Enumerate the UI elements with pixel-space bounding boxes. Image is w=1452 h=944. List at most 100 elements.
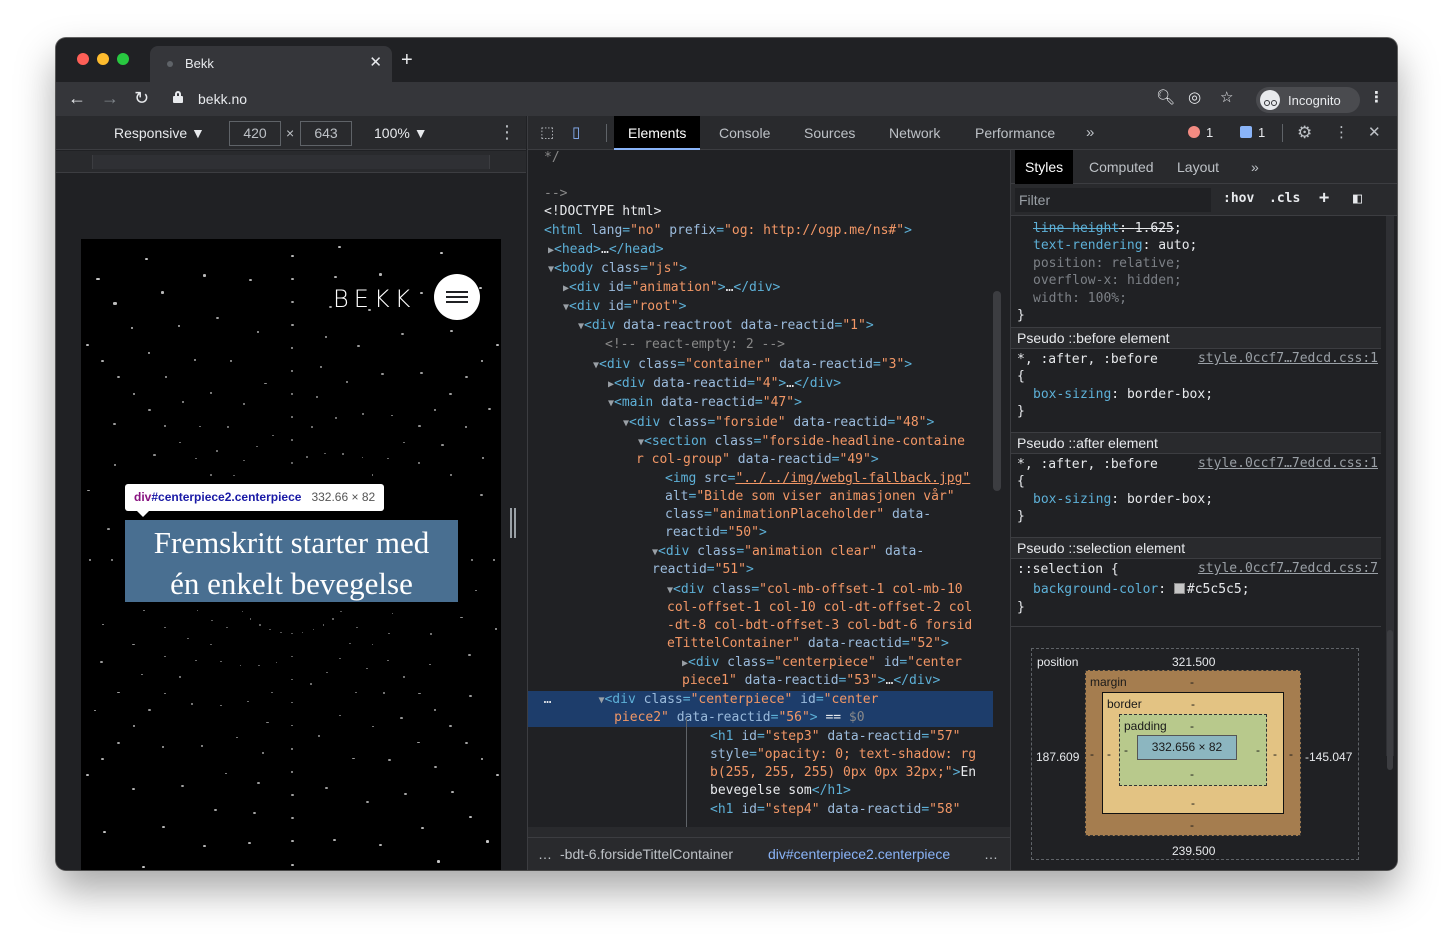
tree-line[interactable]: <h1 id="step3" data-reactid="57" — [710, 728, 1010, 746]
close-devtools-icon[interactable]: ✕ — [1368, 125, 1381, 141]
browser-tab[interactable]: Bekk ✕ — [150, 46, 392, 82]
breadcrumb-item-container[interactable]: -bdt-6.forsideTittelContainer — [560, 838, 733, 870]
box-position-bottom[interactable]: 239.500 — [1172, 844, 1215, 858]
tree-line[interactable]: class="animationPlaceholder" data- — [665, 506, 1010, 524]
rule-selector[interactable]: *, :after, :before — [1017, 351, 1158, 369]
color-swatch[interactable] — [1173, 583, 1185, 594]
close-tab-icon[interactable]: ✕ — [369, 53, 382, 71]
minimize-window-button[interactable] — [97, 53, 109, 65]
box-position-right[interactable]: -145.047 — [1305, 750, 1352, 764]
panel-splitter-handle[interactable] — [510, 508, 516, 538]
tree-line[interactable]: ▼<section class="forside-headline-contai… — [638, 433, 1010, 451]
box-content[interactable]: 332.656 × 82 — [1137, 735, 1237, 760]
zoom-magnifier-icon[interactable]: 🔍︎ — [1156, 90, 1175, 106]
tree-line[interactable]: bevegelse som</h1> — [710, 782, 1010, 800]
tab-computed[interactable]: Computed — [1079, 150, 1164, 184]
device-more-icon[interactable]: ⋮ — [498, 122, 516, 143]
tree-line[interactable]: ▶<div class="centerpiece" id="center — [682, 654, 1010, 672]
style-decl-width[interactable]: width: 100%; — [1033, 290, 1127, 308]
new-tab-button[interactable]: + — [401, 50, 413, 70]
tree-line[interactable]: r col-group" data-reactid="49"> — [636, 451, 1010, 469]
tree-line[interactable]: <html lang="no" prefix="og: http://ogp.m… — [544, 222, 1009, 240]
tree-line[interactable]: ▶<div data-reactid="4">…</div> — [608, 375, 1010, 393]
box-padding-right[interactable]: - — [1256, 743, 1260, 757]
stylesheet-link[interactable]: style.0ccf7…7edcd.css:7 — [1198, 561, 1378, 576]
tab-performance[interactable]: Performance — [961, 116, 1069, 150]
tree-line[interactable]: style="opacity: 0; text-shadow: rg — [710, 746, 1010, 764]
style-decl-line-height[interactable]: line-height: 1.625; — [1033, 220, 1182, 238]
box-margin-right[interactable]: - — [1289, 747, 1293, 761]
new-rule-plus-icon[interactable]: + — [1319, 188, 1329, 208]
tree-line[interactable]: ▼<div class="container" data-reactid="3"… — [593, 356, 1010, 374]
tree-line[interactable]: <!DOCTYPE html> — [544, 203, 1009, 221]
tree-line[interactable]: col-offset-1 col-10 col-dt-offset-2 col — [667, 599, 1010, 617]
settings-gear-icon[interactable]: ⚙ — [1297, 124, 1312, 141]
address-bar[interactable] — [159, 86, 1181, 114]
maximize-window-button[interactable] — [117, 53, 129, 65]
tree-line[interactable]: ▶<head>…</head> — [548, 241, 1010, 259]
menu-kebab-icon[interactable]: ⋮ — [1369, 90, 1384, 106]
rule-selector[interactable]: ::selection { — [1017, 561, 1119, 579]
tab-layout[interactable]: Layout — [1167, 150, 1229, 184]
box-border-right[interactable]: - — [1273, 747, 1277, 761]
box-border-bottom[interactable]: - — [1191, 796, 1195, 810]
tree-line[interactable]: ▼<div class="animation clear" data- — [652, 543, 1010, 561]
style-decl-position[interactable]: position: relative; — [1033, 255, 1182, 273]
device-mode-select[interactable]: Responsive ▼ — [114, 125, 205, 141]
tree-line[interactable]: ▼<div class="col-mb-offset-1 col-mb-10 — [667, 581, 1010, 599]
tab-sources[interactable]: Sources — [790, 116, 869, 150]
zoom-select[interactable]: 100% ▼ — [374, 125, 428, 141]
style-decl-box-sizing[interactable]: box-sizing: border-box; — [1033, 491, 1213, 509]
breadcrumb-ellipsis-right[interactable]: … — [984, 838, 998, 870]
tree-line[interactable]: reactid="51"> — [652, 561, 1010, 579]
back-arrow-icon[interactable]: ← — [68, 88, 86, 108]
tree-line[interactable]: eTittelContainer" data-reactid="52"> — [667, 635, 1010, 653]
tree-line[interactable]: ▼<div class="forside" data-reactid="48"> — [623, 414, 1010, 432]
tree-line[interactable]: ▼<div id="root"> — [563, 298, 1010, 316]
style-decl-background-color[interactable]: background-color: #c5c5c5; — [1033, 581, 1250, 599]
hov-toggle[interactable]: :hov — [1223, 191, 1254, 206]
bekk-logo[interactable]: BEKK — [333, 285, 415, 313]
device-toggle-icon[interactable]: ▯ — [572, 125, 580, 141]
cls-toggle[interactable]: .cls — [1269, 191, 1300, 206]
box-margin-top[interactable]: - — [1190, 675, 1194, 689]
more-tabs-icon[interactable]: » — [1086, 125, 1094, 141]
box-position-left[interactable]: 187.609 — [1036, 750, 1079, 764]
tree-scrollbar[interactable] — [993, 291, 1001, 491]
close-window-button[interactable] — [77, 53, 89, 65]
tree-line[interactable]: */ — [544, 151, 1009, 167]
star-icon[interactable]: ☆ — [1220, 90, 1233, 106]
toggle-sidebar-icon[interactable]: ◧ — [1353, 189, 1362, 207]
forward-arrow-icon[interactable]: → — [101, 88, 119, 108]
tree-line[interactable]: ▼<div data-reactroot data-reactid="1"> — [578, 317, 1010, 335]
message-badge[interactable]: 1 — [1240, 125, 1265, 140]
tab-styles[interactable]: Styles — [1015, 150, 1074, 184]
breadcrumb-ellipsis-left[interactable]: … — [538, 838, 552, 870]
box-margin-bottom[interactable]: - — [1190, 818, 1194, 832]
style-decl-overflow-x[interactable]: overflow-x: hidden; — [1033, 272, 1182, 290]
tree-line-selected[interactable]: … ▼<div class="centerpiece" id="center — [528, 691, 993, 709]
style-decl-box-sizing[interactable]: box-sizing: border-box; — [1033, 386, 1213, 404]
tree-line[interactable]: b(255, 255, 255) 0px 0px 32px;">En — [710, 764, 1010, 782]
styles-filter-input[interactable]: Filter — [1015, 188, 1211, 212]
reload-icon[interactable]: ↻ — [134, 88, 149, 108]
box-margin-left[interactable]: - — [1090, 747, 1094, 761]
tree-line[interactable]: piece1" data-reactid="53">…</div> — [682, 672, 1010, 690]
rule-selector[interactable]: *, :after, :before — [1017, 456, 1158, 474]
tree-line[interactable]: --> — [544, 185, 1009, 203]
tree-line[interactable]: -dt-8 col-bdt-offset-3 col-bdt-6 forsid — [667, 617, 1010, 635]
box-padding-top[interactable]: - — [1190, 719, 1194, 733]
inspect-element-icon[interactable]: ⬚ — [540, 125, 554, 141]
tab-network[interactable]: Network — [875, 116, 954, 150]
tree-line[interactable]: reactid="50"> — [665, 524, 1010, 542]
height-input[interactable]: 643 — [300, 121, 352, 146]
tree-line[interactable]: <h1 id="step4" data-reactid="58" — [710, 801, 1010, 819]
box-position-top[interactable]: 321.500 — [1172, 655, 1215, 669]
tree-line[interactable]: ▶<div id="animation">…</div> — [563, 279, 1010, 297]
style-decl-text-rendering[interactable]: text-rendering: auto; — [1033, 237, 1197, 255]
stylesheet-link[interactable]: style.0ccf7…7edcd.css:1 — [1198, 351, 1378, 366]
tab-elements[interactable]: Elements — [614, 116, 701, 150]
more-style-tabs-icon[interactable]: » — [1241, 150, 1269, 184]
width-input[interactable]: 420 — [229, 121, 281, 146]
tree-line[interactable]: ▼<main data-reactid="47"> — [608, 394, 1010, 412]
